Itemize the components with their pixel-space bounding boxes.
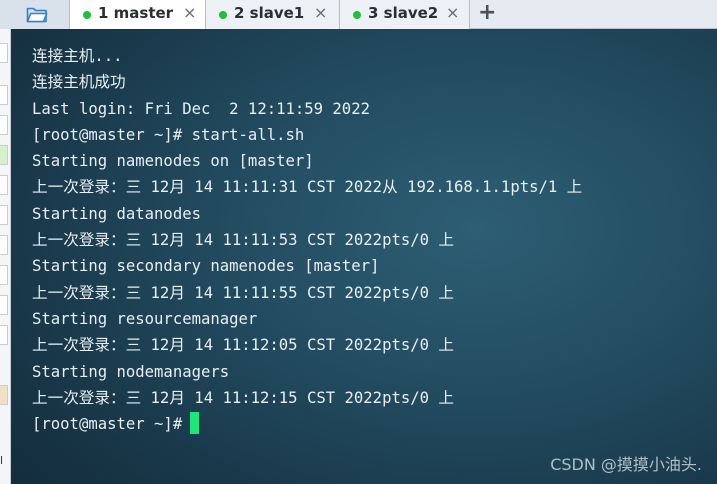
sliver-box [0, 385, 8, 405]
open-folder-button[interactable] [0, 0, 70, 29]
tab-close-icon[interactable]: × [183, 3, 196, 22]
terminal-lines: 连接主机... 连接主机成功 Last login: Fri Dec 2 12:… [32, 43, 582, 437]
terminal-line: 上一次登录：三 12月 14 11:12:15 CST 2022pts/0 上 [32, 388, 454, 407]
left-panel-sliver: l [0, 29, 11, 484]
shell-prompt: [root@master ~]# [32, 415, 183, 434]
tab-label: 3 slave2 [368, 4, 439, 22]
terminal-line: Starting resourcemanager [32, 309, 258, 328]
terminal-line: Starting datanodes [32, 204, 201, 223]
tab-master[interactable]: 1 master × [70, 0, 206, 29]
watermark: CSDN @摸摸小油头. [550, 455, 702, 474]
terminal-line: Last login: Fri Dec 2 12:11:59 2022 [32, 99, 370, 118]
sliver-box [0, 145, 8, 165]
sliver-box [0, 235, 8, 255]
terminal-prompt-line[interactable]: [root@master ~]# [32, 411, 582, 437]
terminal-line: Starting nodemanagers [32, 362, 230, 381]
sliver-box [0, 175, 8, 195]
sliver-box [0, 265, 8, 285]
terminal-line: 上一次登录：三 12月 14 11:12:05 CST 2022pts/0 上 [32, 336, 454, 355]
terminal-output-area[interactable]: 连接主机... 连接主机成功 Last login: Fri Dec 2 12:… [11, 29, 717, 484]
tab-label: 1 master [98, 4, 174, 22]
terminal-line: [root@master ~]# start-all.sh [32, 125, 305, 144]
terminal-cursor [190, 412, 200, 435]
session-tab-bar: 1 master × 2 slave1 × 3 slave2 × + [0, 0, 717, 29]
connected-status-dot [219, 11, 227, 19]
sliver-box [0, 325, 8, 345]
terminal-line: 上一次登录：三 12月 14 11:11:53 CST 2022pts/0 上 [32, 231, 454, 250]
terminal-line: Starting secondary namenodes [master] [32, 257, 380, 276]
sliver-box [0, 43, 8, 63]
sliver-box [0, 295, 8, 315]
connected-status-dot [353, 11, 361, 19]
sliver-box [0, 205, 8, 225]
tab-slave2[interactable]: 3 slave2 × [340, 0, 470, 29]
terminal-line: 连接主机成功 [32, 73, 126, 92]
sliver-box [0, 85, 8, 105]
terminal-app-window: 1 master × 2 slave1 × 3 slave2 × + l 连接主… [0, 0, 717, 484]
tab-close-icon[interactable]: × [446, 3, 459, 22]
folder-icon [26, 7, 48, 23]
tab-slave1[interactable]: 2 slave1 × [206, 0, 340, 29]
terminal-line: Starting namenodes on [master] [32, 152, 314, 171]
terminal-line: 连接主机... [32, 47, 123, 65]
sliver-text: l [0, 454, 4, 467]
tab-label: 2 slave1 [234, 4, 305, 22]
tab-close-icon[interactable]: × [314, 3, 327, 22]
terminal-line: 上一次登录：三 12月 14 11:11:31 CST 2022从 192.16… [32, 178, 583, 197]
add-tab-button[interactable]: + [478, 0, 496, 26]
terminal-line: 上一次登录：三 12月 14 11:11:55 CST 2022pts/0 上 [32, 283, 454, 302]
connected-status-dot [83, 11, 91, 19]
sliver-box [0, 115, 8, 135]
